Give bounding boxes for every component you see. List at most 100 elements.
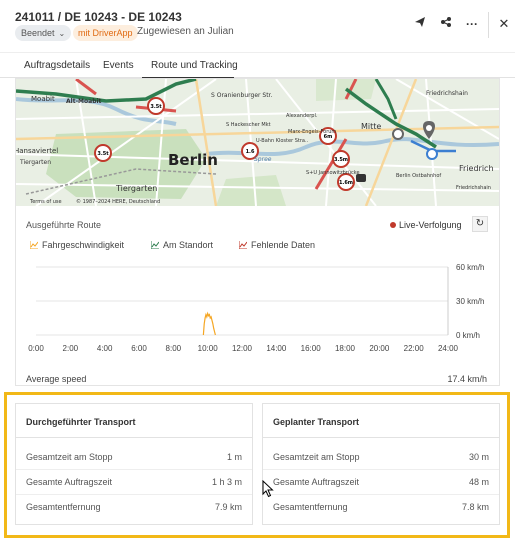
row-label: Gesamtzeit am Stopp xyxy=(273,452,360,462)
chart-y-tick: 30 km/h xyxy=(456,297,484,306)
missing-legend-icon xyxy=(238,241,248,250)
transport-done-title: Durchgeführter Transport xyxy=(26,417,136,427)
map-label-ubahn: U-Bahn Kloster Stra.. xyxy=(256,138,309,144)
chart-x-tick: 16:00 xyxy=(301,344,322,353)
assigned-text: Zugewiesen an Julian xyxy=(137,26,234,37)
tab-route-tracking[interactable]: Route und Tracking xyxy=(151,60,238,71)
map-label-tiergarten: Tiergarten xyxy=(19,159,51,166)
legend-label-location: Am Standort xyxy=(163,240,214,250)
map-terms: Terms of use xyxy=(29,199,62,205)
chart-y-tick: 0 km/h xyxy=(456,331,480,340)
chart-x-tick: 10:00 xyxy=(198,344,219,353)
transport-done-panel: Durchgeführter Transport Gesamtzeit am S… xyxy=(15,403,253,525)
table-row: Gesamtentfernung 7.8 km xyxy=(263,495,499,520)
map-label-friedrich: Friedrich xyxy=(459,164,494,173)
row-label: Gesamtzeit am Stopp xyxy=(26,452,113,462)
map-label-oranienburger: S Oranienburger Str. xyxy=(211,92,272,99)
tab-events[interactable]: Events xyxy=(103,60,134,71)
transport-planned-header-line xyxy=(263,437,499,438)
legend-item-speed: Fahrgeschwindigkeit xyxy=(29,240,125,250)
route-card: 3.5t 3.5t 1.6 6m 3.5m 1.6m Moabit Alt-Mo… xyxy=(15,78,500,386)
tab-auftragsdetails[interactable]: Auftragsdetails xyxy=(24,60,90,71)
chart-x-tick: 14:00 xyxy=(266,344,287,353)
row-label: Gesamtentfernung xyxy=(273,502,348,512)
speed-chart-svg: 60 km/h 30 km/h 0 km/h 0:00 2:00 4:00 6:00 8:00… xyxy=(28,263,484,353)
map-label-hansaviertel: Hansaviertel xyxy=(16,147,58,155)
live-status-dot xyxy=(390,222,396,228)
legend-item-missing: Fehlende Daten xyxy=(238,240,316,250)
route-label: Ausgeführte Route xyxy=(26,220,102,230)
map-label-friedrichshain: Friedrichshain xyxy=(426,90,468,97)
legend-label-speed: Fahrgeschwindigkeit xyxy=(42,240,125,250)
chart-series-line xyxy=(202,311,216,336)
tab-bar: Auftragsdetails Events Route und Trackin… xyxy=(0,52,515,79)
chart-x-tick: 12:00 xyxy=(232,344,253,353)
order-title: 241011 / DE 10243 - DE 10243 xyxy=(15,10,182,24)
map-sign-3: 1.6 xyxy=(246,149,255,155)
live-label: Live-Verfolgung xyxy=(399,220,462,230)
map-label-tiergarten2: Tiergarten xyxy=(115,184,157,193)
map-label-ostbahnhof: Berlin Ostbahnhof xyxy=(396,173,441,179)
legend-item-location: Am Standort xyxy=(150,240,214,250)
map-label-spree: Spree xyxy=(254,156,272,163)
row-label: Gesamte Auftragszeit xyxy=(26,477,113,487)
chart-x-tick: 18:00 xyxy=(335,344,356,353)
map-label-sbahn: S+U Jannowitzbrücke xyxy=(306,170,360,176)
refresh-icon: ↻ xyxy=(475,218,485,229)
chart-x-tick: 4:00 xyxy=(97,344,113,353)
send-icon[interactable] xyxy=(411,15,429,33)
map-sign-1: 3.5t xyxy=(150,104,162,110)
chart-x-tick: 8:00 xyxy=(166,344,182,353)
status-label: Beendet xyxy=(21,28,55,38)
more-options-icon[interactable]: ··· xyxy=(463,15,481,33)
location-legend-icon xyxy=(150,241,160,250)
share-icon[interactable] xyxy=(437,15,455,33)
table-row: Gesamtentfernung 7.9 km xyxy=(16,495,252,520)
row-value: 1 h 3 m xyxy=(211,477,242,487)
avg-speed-label: Average speed xyxy=(26,374,87,384)
map-sign-6: 1.6m xyxy=(339,180,353,186)
speed-legend-icon xyxy=(29,241,39,250)
route-map[interactable]: 3.5t 3.5t 1.6 6m 3.5m 1.6m Moabit Alt-Mo… xyxy=(16,79,499,206)
map-copyright: © 1987–2024 HERE, Deutschland xyxy=(76,198,160,205)
status-dropdown[interactable]: Beendet ⌄ xyxy=(15,25,72,41)
map-label-moabit: Moabit xyxy=(31,95,55,103)
table-row: Gesamtzeit am Stopp 30 m xyxy=(263,445,499,470)
chart-x-tick: 0:00 xyxy=(28,344,44,353)
header-divider xyxy=(488,12,489,38)
chart-x-tick: 6:00 xyxy=(131,344,147,353)
close-icon[interactable]: ✕ xyxy=(495,15,513,33)
refresh-button[interactable]: ↻ xyxy=(472,216,488,232)
map-label-hacker: S Hackescher Mkt xyxy=(226,122,271,128)
chevron-down-icon: ⌄ xyxy=(58,29,66,38)
transport-planned-panel: Geplanter Transport Gesamtzeit am Stopp … xyxy=(262,403,500,525)
map-label-mitte: Mitte xyxy=(361,122,381,131)
map-label-alexander: Alexanderpl. xyxy=(286,113,318,119)
row-value: 30 m xyxy=(468,452,489,462)
driverapp-badge: mit DriverApp xyxy=(73,25,138,41)
map-sign-2: 3.5t xyxy=(97,151,109,157)
map-label-marx: Marx-Engels-Forum xyxy=(288,129,336,135)
table-row: Gesamtzeit am Stopp 1 m xyxy=(16,445,252,470)
map-label-berlin: Berlin xyxy=(168,151,218,169)
map-label-altmoabit: Alt-Moabit xyxy=(66,98,102,105)
order-header: 241011 / DE 10243 - DE 10243 Beendet ⌄ mi… xyxy=(0,0,515,52)
transport-done-header-line xyxy=(16,437,252,438)
transport-planned-title: Geplanter Transport xyxy=(273,417,360,427)
chart-y-tick: 60 km/h xyxy=(456,263,484,272)
map-sign-5: 3.5m xyxy=(334,157,348,163)
table-row: Gesamte Auftragszeit 1 h 3 m xyxy=(16,470,252,495)
row-value: 1 m xyxy=(226,452,242,462)
chart-x-tick: 2:00 xyxy=(63,344,79,353)
row-value: 7.8 km xyxy=(461,502,489,512)
legend-label-missing: Fehlende Daten xyxy=(251,240,316,250)
map-label-bf: Friedrichshain xyxy=(456,185,491,191)
row-value: 48 m xyxy=(468,477,489,487)
live-tracking-toggle[interactable]: Live-Verfolgung xyxy=(390,220,462,230)
row-value: 7.9 km xyxy=(214,502,242,512)
chart-x-tick: 24:00 xyxy=(438,344,459,353)
row-label: Gesamte Auftragszeit xyxy=(273,477,360,487)
mouse-cursor-icon xyxy=(262,479,274,501)
speed-chart: 60 km/h 30 km/h 0 km/h 0:00 2:00 4:00 6:00 8:00… xyxy=(16,251,499,361)
table-row: Gesamte Auftragszeit 48 m xyxy=(263,470,499,495)
